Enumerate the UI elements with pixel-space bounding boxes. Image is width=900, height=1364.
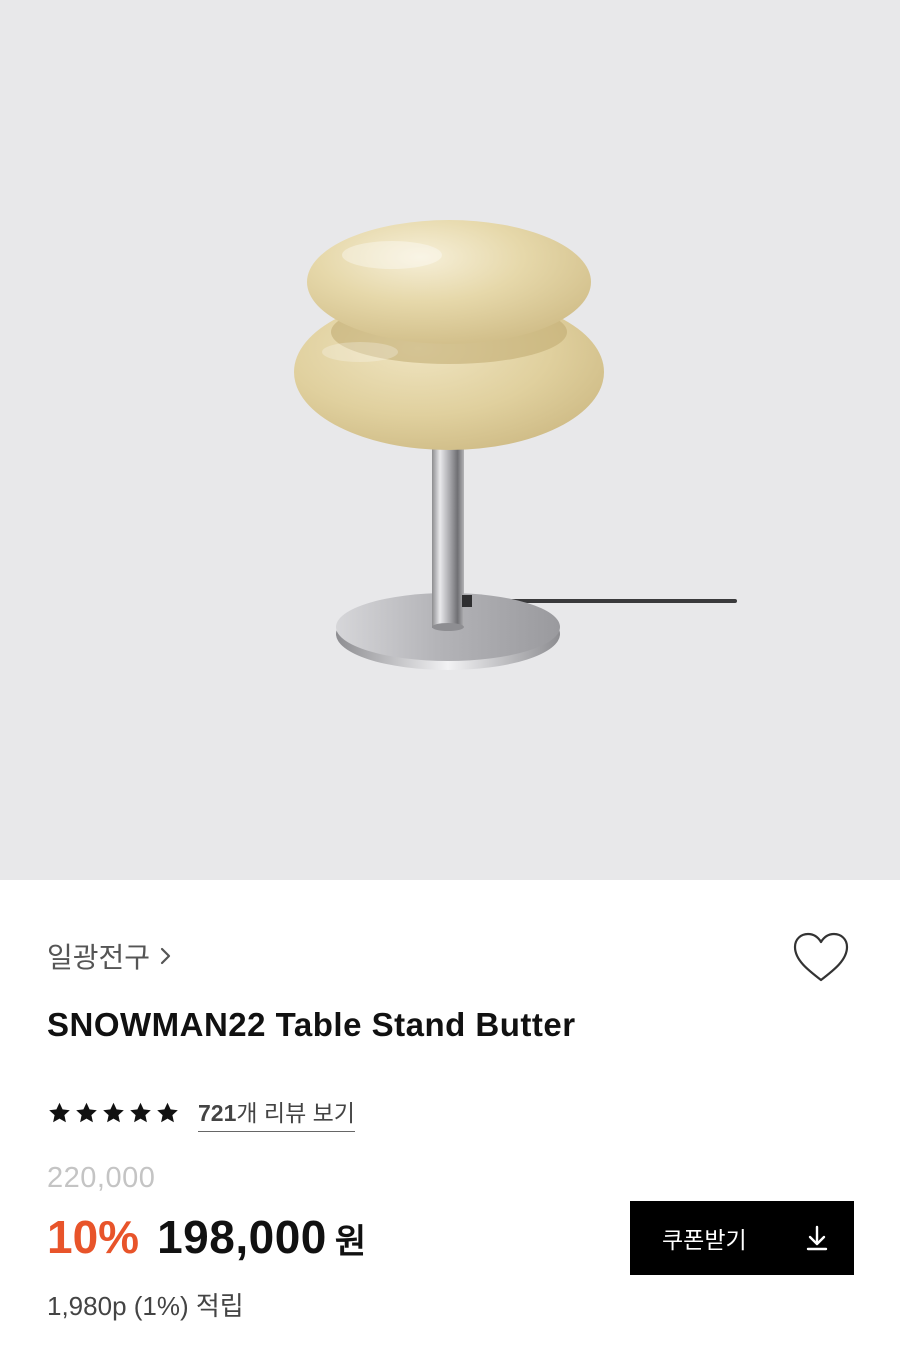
star-icon [76,1102,97,1123]
sale-price-row: 10% 198,000 원 [47,1210,366,1264]
brand-link[interactable]: 일광전구 [47,936,174,976]
star-icon [130,1102,151,1123]
star-rating [47,1101,180,1125]
get-coupon-button[interactable]: 쿠폰받기 [630,1201,854,1275]
chevron-right-icon [160,947,171,965]
review-link[interactable]: 721개 리뷰 보기 [198,1094,355,1132]
wishlist-button[interactable] [790,930,852,986]
original-price: 220,000 [47,1162,156,1194]
download-icon [806,1225,828,1251]
product-image [0,0,900,880]
rating-row: 721개 리뷰 보기 [47,1094,355,1132]
heart-outline-icon [793,932,849,982]
star-icon [157,1102,178,1123]
star-icon [49,1102,70,1123]
review-link-label: 개 리뷰 보기 [236,1100,355,1126]
reward-points: 1,980p (1%) 적립 [47,1291,244,1321]
coupon-button-label: 쿠폰받기 [662,1227,747,1253]
sale-price: 198,000 [157,1211,327,1263]
brand-name: 일광전구 [47,942,151,973]
currency-unit: 원 [334,1223,367,1261]
product-info: 일광전구 SNOWMAN22 Table Stand Butter 721개 리… [0,880,900,1364]
product-title: SNOWMAN22 Table Stand Butter [47,1006,576,1043]
review-count: 721 [198,1100,237,1126]
table-lamp-image [294,220,737,670]
discount-rate: 10% [47,1211,140,1263]
star-icon [103,1102,124,1123]
